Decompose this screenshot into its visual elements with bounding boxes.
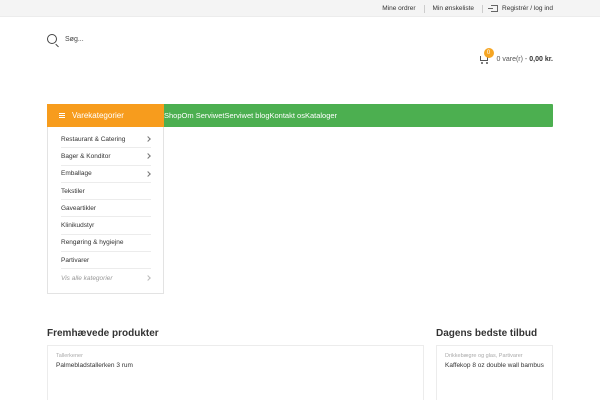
- wishlist-link[interactable]: Min ønskeliste: [433, 5, 475, 12]
- categories-toggle-button[interactable]: Varekategorier: [47, 104, 164, 127]
- nav-item-about[interactable]: Om Serviwet: [182, 111, 225, 120]
- category-dropdown: Restaurant & Catering Bager & Konditor E…: [47, 127, 164, 294]
- divider: [423, 4, 425, 13]
- divider: [482, 4, 484, 13]
- cart-total: 0,00 kr.: [529, 55, 553, 63]
- category-item-restaurant-catering[interactable]: Restaurant & Catering: [61, 131, 151, 149]
- category-item-gaveartikler[interactable]: Gaveartikler: [61, 200, 151, 218]
- search-icon[interactable]: [47, 34, 57, 44]
- deal-product-card[interactable]: Drikkebægre og glas, Partivarer Kaffekop…: [436, 345, 553, 400]
- nav-item-shop[interactable]: Shop: [164, 111, 182, 120]
- product-name[interactable]: Palmebladstallerken 3 rum: [56, 362, 415, 369]
- category-item-bager-konditor[interactable]: Bager & Konditor: [61, 148, 151, 166]
- cart-icon[interactable]: 0: [479, 48, 494, 64]
- nav-menu: Shop Om Serviwet Serviwet blog Kontakt o…: [164, 111, 337, 120]
- category-label: Tekstiler: [61, 187, 85, 195]
- chevron-right-icon: [145, 170, 151, 177]
- cart-count-badge: 0: [483, 48, 494, 58]
- nav-item-catalogs[interactable]: Kataloger: [305, 111, 337, 120]
- categories-toggle-label: Varekategorier: [72, 111, 124, 120]
- category-label: Emballage: [61, 170, 92, 178]
- chevron-right-icon: [145, 275, 151, 281]
- register-login-link[interactable]: Registrér / log ind: [488, 5, 553, 12]
- category-item-klinikudstyr[interactable]: Klinikudstyr: [61, 217, 151, 235]
- nav-item-blog[interactable]: Serviwet blog: [224, 111, 269, 120]
- category-label: Vis alle kategorier: [61, 274, 113, 282]
- chevron-right-icon: [145, 153, 151, 160]
- category-label: Bager & Konditor: [61, 152, 111, 160]
- search-input[interactable]: [65, 35, 265, 43]
- featured-products-heading: Fremhævede produkter: [47, 328, 159, 339]
- chevron-right-icon: [145, 136, 151, 142]
- product-name[interactable]: Kaffekop 8 oz double wall bambus: [445, 362, 544, 369]
- product-category[interactable]: Drikkebægre og glas, Partivarer: [445, 353, 544, 359]
- cart-item-count: 0 vare(r) -: [496, 55, 528, 63]
- category-label: Gaveartikler: [61, 204, 97, 212]
- category-label: Partivarer: [61, 256, 90, 264]
- my-orders-link[interactable]: Mine ordrer: [382, 5, 415, 12]
- featured-product-card[interactable]: Tallerkener Palmebladstallerken 3 rum: [47, 345, 424, 400]
- menu-icon: [59, 113, 65, 118]
- category-item-emballage[interactable]: Emballage: [61, 166, 151, 183]
- show-all-categories-link[interactable]: Vis alle kategorier: [61, 269, 151, 286]
- top-bar: Mine ordrer Min ønskeliste Registrér / l…: [0, 0, 600, 17]
- category-label: Klinikudstyr: [61, 222, 95, 230]
- category-item-tekstiler[interactable]: Tekstiler: [61, 183, 151, 201]
- search-bar: [47, 34, 265, 44]
- nav-item-contact[interactable]: Kontakt os: [270, 111, 305, 120]
- category-label: Rengøring & hygiejne: [61, 239, 124, 247]
- register-login-label: Registrér / log ind: [502, 5, 553, 12]
- daily-deals-heading: Dagens bedste tilbud: [436, 328, 538, 339]
- product-category[interactable]: Tallerkener: [56, 353, 415, 359]
- login-icon: [488, 5, 499, 12]
- category-item-partivarer[interactable]: Partivarer: [61, 252, 151, 270]
- account-links: Mine ordrer Min ønskeliste Registrér / l…: [382, 0, 553, 17]
- mini-cart[interactable]: 0 0 vare(r) - 0,00 kr.: [479, 48, 553, 64]
- category-label: Restaurant & Catering: [61, 135, 126, 143]
- category-item-rengoring-hygiejne[interactable]: Rengøring & hygiejne: [61, 235, 151, 253]
- main-navigation: Varekategorier Shop Om Serviwet Serviwet…: [47, 104, 553, 127]
